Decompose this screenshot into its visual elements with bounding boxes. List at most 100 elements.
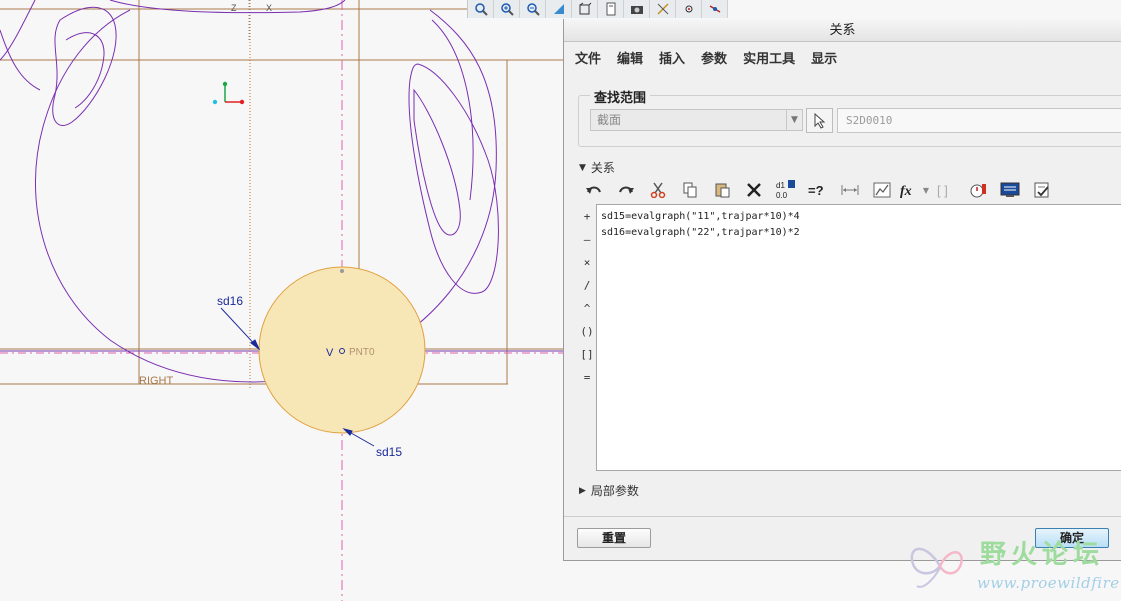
stopwatch-icon bbox=[970, 184, 986, 198]
sort-relations-button[interactable] bbox=[866, 178, 898, 202]
selected-item-field[interactable]: S2D0010 bbox=[837, 108, 1121, 133]
menu-utilities[interactable]: 实用工具 bbox=[743, 48, 795, 67]
scope-type-select[interactable]: 截面 ▼ bbox=[590, 109, 803, 131]
saved-views-button[interactable] bbox=[598, 0, 624, 18]
undo-button[interactable] bbox=[578, 178, 610, 202]
label-pnt0: PNT0 bbox=[349, 347, 375, 358]
operator-divide[interactable]: / bbox=[578, 274, 596, 297]
operator-column: + – × / ^ () [] = bbox=[578, 205, 596, 389]
dialog-divider bbox=[564, 516, 1121, 517]
copy-button[interactable] bbox=[674, 178, 706, 202]
operator-brackets[interactable]: [] bbox=[578, 343, 596, 366]
operator-minus[interactable]: – bbox=[578, 228, 596, 251]
constraint-display-button[interactable] bbox=[702, 0, 728, 18]
checklist-icon bbox=[1034, 182, 1049, 198]
view-toolbar bbox=[467, 0, 728, 18]
paste-icon bbox=[715, 183, 730, 198]
dimension-sd16[interactable]: sd16 bbox=[217, 294, 243, 308]
operator-power[interactable]: ^ bbox=[578, 297, 596, 320]
menu-display[interactable]: 显示 bbox=[811, 48, 837, 67]
relations-editor[interactable]: sd15=evalgraph("11",trajpar*10)*4 sd16=ev… bbox=[596, 204, 1121, 471]
measure-button[interactable] bbox=[834, 178, 866, 202]
relations-label: 关系 bbox=[590, 161, 615, 175]
zoom-out-button[interactable] bbox=[520, 0, 546, 18]
redo-icon bbox=[619, 186, 634, 194]
verify-relations-button[interactable]: =? bbox=[802, 178, 834, 202]
copy-icon bbox=[683, 182, 697, 198]
section-circle[interactable] bbox=[258, 266, 426, 434]
chevron-down-icon: ▼ bbox=[922, 185, 930, 195]
delete-button[interactable] bbox=[738, 178, 770, 202]
dimension-sd15[interactable]: sd15 bbox=[376, 445, 402, 459]
datum-display-button[interactable] bbox=[650, 0, 676, 18]
camera-button[interactable] bbox=[624, 0, 650, 18]
evaluate-button[interactable] bbox=[962, 178, 994, 202]
scope-type-value: 截面 bbox=[597, 113, 622, 127]
camera-icon bbox=[630, 6, 643, 14]
chevron-down-icon: ▼ bbox=[786, 110, 802, 130]
watermark-text: 野火论坛 bbox=[980, 540, 1105, 570]
lookup-scope-legend: 查找范围 bbox=[590, 87, 651, 106]
switch-dimension-icon: d1 0.0 bbox=[776, 180, 795, 200]
menu-insert[interactable]: 插入 bbox=[659, 48, 685, 67]
sketch-display-icon bbox=[685, 5, 692, 13]
dialog-title: 关系 bbox=[564, 19, 1121, 42]
trajectory-curves bbox=[0, 0, 499, 383]
switch-dimension-button[interactable]: d1 0.0 bbox=[770, 178, 802, 202]
forum-watermark: 野火论坛 www.proewildfire.cn bbox=[905, 532, 1121, 601]
measure-distance-icon bbox=[841, 185, 859, 195]
label-z: Z bbox=[231, 3, 237, 13]
menu-parameters[interactable]: 参数 bbox=[701, 48, 727, 67]
scissors-icon bbox=[650, 182, 666, 198]
insert-function-button[interactable]: fx ▼ bbox=[898, 178, 930, 202]
insert-brackets-button[interactable]: [ ] bbox=[930, 178, 962, 202]
redo-button[interactable] bbox=[610, 178, 642, 202]
paste-button[interactable] bbox=[706, 178, 738, 202]
svg-text:[ ]: [ ] bbox=[937, 183, 948, 198]
operator-multiply[interactable]: × bbox=[578, 251, 596, 274]
relations-section-header[interactable]: ▼ 关系 bbox=[579, 159, 615, 176]
zoom-in-icon bbox=[500, 3, 514, 16]
brackets-icon: [ ] bbox=[937, 183, 948, 198]
repaint-button[interactable] bbox=[546, 0, 572, 18]
relation-line: sd16=evalgraph("22",trajpar*10)*2 bbox=[601, 227, 800, 238]
cut-button[interactable] bbox=[642, 178, 674, 202]
zoom-out-icon bbox=[526, 3, 540, 16]
zoom-fit-button[interactable] bbox=[468, 0, 494, 18]
display-values-button[interactable] bbox=[994, 178, 1026, 202]
local-params-label: 局部参数 bbox=[590, 484, 639, 498]
menu-file[interactable]: 文件 bbox=[575, 48, 601, 67]
label-right: RIGHT bbox=[139, 375, 174, 387]
undo-icon bbox=[586, 186, 601, 194]
collapsed-triangle-icon: ▶ bbox=[579, 485, 586, 496]
verify-check-button[interactable] bbox=[1026, 178, 1058, 202]
repaint-icon bbox=[553, 4, 564, 14]
circle-top-point bbox=[340, 269, 344, 273]
relations-dialog: 关系 文件 编辑 插入 参数 实用工具 显示 查找范围 截面 ▼ S2D0010… bbox=[563, 19, 1121, 561]
relation-line: sd15=evalgraph("11",trajpar*10)*4 bbox=[601, 211, 800, 222]
select-item-button[interactable] bbox=[806, 108, 833, 133]
expanded-triangle-icon: ▼ bbox=[579, 162, 586, 173]
label-v: V bbox=[326, 347, 334, 359]
delete-x-icon bbox=[747, 183, 761, 197]
menu-edit[interactable]: 编辑 bbox=[617, 48, 643, 67]
relations-toolbar: d1 0.0 =? fx ▼ [ ] bbox=[578, 176, 1058, 204]
csys-icon bbox=[212, 81, 245, 105]
butterfly-logo-icon bbox=[910, 547, 963, 588]
svg-text:d1: d1 bbox=[776, 181, 785, 190]
graph-icon bbox=[873, 182, 891, 198]
operator-plus[interactable]: + bbox=[578, 205, 596, 228]
display-style-button[interactable] bbox=[572, 0, 598, 18]
sketch-display-button[interactable] bbox=[676, 0, 702, 18]
operator-parentheses[interactable]: () bbox=[578, 320, 596, 343]
watermark-url: www.proewildfire.cn bbox=[977, 574, 1121, 592]
svg-text:0.0: 0.0 bbox=[776, 191, 788, 200]
label-x: X bbox=[266, 3, 272, 13]
operator-equals[interactable]: = bbox=[578, 366, 596, 389]
saved-views-icon bbox=[606, 2, 615, 16]
reset-button[interactable]: 重置 bbox=[577, 528, 651, 548]
zoom-in-button[interactable] bbox=[494, 0, 520, 18]
cursor-arrow-icon bbox=[814, 112, 825, 129]
svg-text:fx: fx bbox=[900, 184, 912, 198]
local-params-section-header[interactable]: ▶ 局部参数 bbox=[579, 482, 639, 499]
